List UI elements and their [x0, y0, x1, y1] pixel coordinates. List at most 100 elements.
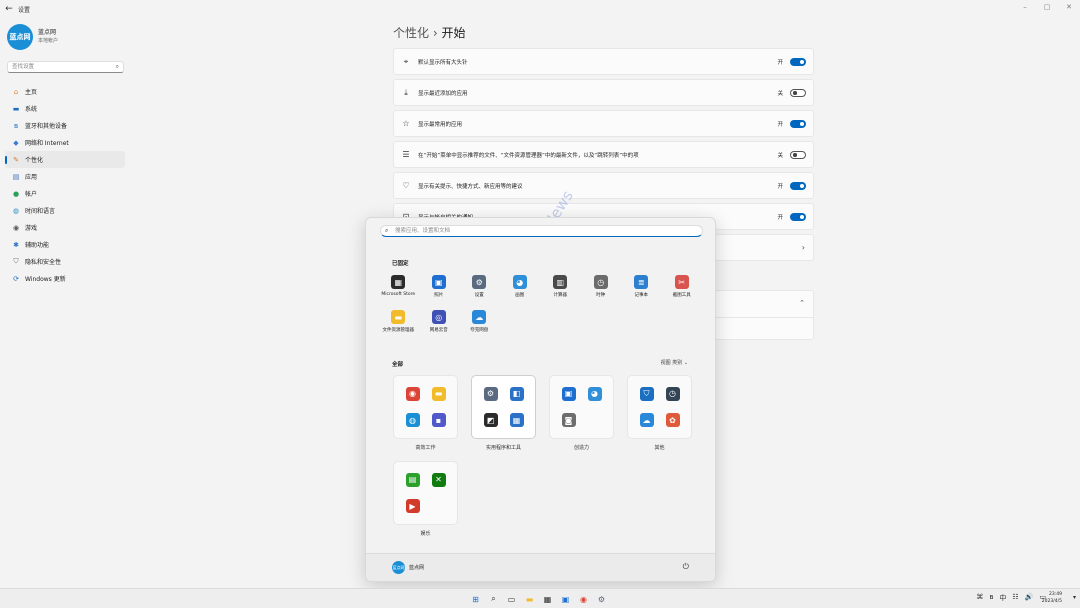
sidebar-item-label: 应用 — [25, 174, 38, 181]
app-group[interactable]: ◉ ▬ ◍ ▪ 高效工作 — [393, 375, 458, 451]
settings-gear-icon[interactable]: ⚙ — [483, 386, 498, 401]
pinned-app-label: 截图工具 — [672, 293, 691, 298]
app-group-tile[interactable]: ◉ ▬ ◍ ▪ — [393, 375, 458, 439]
taskview-icon[interactable]: ▭ — [504, 592, 519, 606]
chrome-icon[interactable]: ◉ — [576, 592, 591, 606]
notification-icon[interactable]: ▾ — [1073, 594, 1076, 601]
setting-row[interactable]: ☰ 在“开始”菜单中显示推荐的文件、“文件资源管理器”中的最新文件，以及“跳转列表… — [393, 141, 814, 168]
tray-icon[interactable]: ⌘ — [976, 593, 983, 603]
sidebar-item[interactable]: ⛉ 隐私和安全性 — [5, 253, 125, 270]
clock-date: 2023/4/5 — [1041, 599, 1062, 604]
start-icon[interactable]: ⊞ — [468, 592, 483, 606]
chevron-right-icon[interactable]: › — [802, 243, 805, 252]
sidebar-item[interactable]: ▬ 系统 — [5, 100, 125, 117]
setting-row[interactable]: ♡ 显示有关提示、快捷方式、新应用等的建议 开 — [393, 172, 814, 199]
windows-tools-icon[interactable]: ▦ — [509, 413, 524, 428]
setting-row[interactable]: ☆ 显示最常用的应用 开 — [393, 110, 814, 137]
sidebar-item-label: 系统 — [25, 106, 38, 113]
sidebar-item[interactable]: ʙ 蓝牙和其他设备 — [5, 117, 125, 134]
toggle-switch[interactable] — [790, 88, 806, 97]
sidebar-item[interactable]: ● 帐户 — [5, 185, 125, 202]
sidebar-item[interactable]: ◍ 时间和语言 — [5, 202, 125, 219]
pinned-app[interactable]: ◎ 网易云音 — [419, 310, 460, 333]
back-arrow-icon[interactable]: ← — [0, 4, 18, 14]
pinned-app[interactable]: ≣ 记事本 — [621, 275, 662, 298]
tray-icon[interactable]: 🔊 — [1025, 593, 1034, 603]
user-button[interactable]: 蓝点网 蓝点网 — [392, 561, 424, 574]
search-icon[interactable]: ⌕ — [486, 592, 501, 606]
settings-gear-icon[interactable]: ⚙ — [594, 592, 609, 606]
pinned-app[interactable]: ◷ 时钟 — [581, 275, 622, 298]
pinned-app[interactable]: ✂ 截图工具 — [662, 275, 703, 298]
power-icon[interactable]: ⏻ — [683, 562, 689, 572]
store-icon[interactable]: ▦ — [540, 592, 555, 606]
sidebar-item[interactable]: ✎ 个性化 — [5, 151, 125, 168]
app-group-tile[interactable]: ⛉ ◷ ☁ ✿ — [627, 375, 692, 439]
folder-icon[interactable]: ▬ — [431, 386, 446, 401]
all-apps-title: 全部 — [392, 362, 404, 368]
chrome-icon[interactable]: ◉ — [405, 386, 420, 401]
pinned-app[interactable]: ▦ Microsoft Store — [378, 275, 419, 298]
tray-icon[interactable]: 中 — [999, 593, 1006, 603]
defender-icon[interactable]: ⛉ — [639, 386, 654, 401]
sticky-notes-icon[interactable]: ◩ — [483, 413, 498, 428]
sidebar-item[interactable]: ◆ 网络和 Internet — [5, 134, 125, 151]
minimize-button[interactable]: – — [1014, 0, 1036, 14]
sidebar-item[interactable]: ▤ 应用 — [5, 168, 125, 185]
pinned-app[interactable]: ⚙ 设置 — [459, 275, 500, 298]
close-button[interactable]: ✕ — [1058, 0, 1080, 14]
toggle-switch[interactable] — [790, 212, 806, 221]
clock[interactable]: 23:49 2023/4/5 — [1042, 591, 1062, 605]
toggle-switch[interactable] — [790, 57, 806, 66]
app-group-tile[interactable]: ▤ ✕ ▶ — [393, 461, 458, 525]
chevron-up-icon[interactable]: ⌃ — [799, 299, 805, 307]
media-player-icon[interactable]: ▶ — [405, 499, 420, 514]
app-group[interactable]: ▣ ◕ ◙ 创造力 — [549, 375, 614, 451]
settings-gear-icon: ⚙ — [472, 275, 487, 289]
view-options-button[interactable]: 视图 类别 ⌄ — [661, 359, 688, 366]
tray-icon[interactable]: ☷ — [1012, 593, 1018, 603]
breadcrumb-separator: › — [432, 26, 438, 40]
remote-help-icon[interactable]: ◧ — [509, 386, 524, 401]
app-group-tile[interactable]: ⚙ ◧ ◩ ▦ — [471, 375, 536, 439]
setting-row[interactable]: ⌖ 默认显示所有大头针 开 — [393, 48, 814, 75]
pinned-app[interactable]: ▣ 照片 — [419, 275, 460, 298]
profile-card[interactable]: 蓝点网 蓝点网 本地帐户 — [7, 24, 58, 50]
app-group[interactable]: ⚙ ◧ ◩ ▦ 实用程序和工具 — [471, 375, 536, 451]
sidebar-item[interactable]: ⟳ Windows 更新 — [5, 270, 125, 287]
toggle-switch[interactable] — [790, 119, 806, 128]
media-icon[interactable]: ▤ — [405, 472, 420, 487]
window-title: 设置 — [18, 6, 31, 14]
pinned-app[interactable]: ☁ 夸克网盘 — [459, 310, 500, 333]
teams-icon[interactable]: ▪ — [431, 413, 446, 428]
xbox-icon[interactable]: ✕ — [431, 472, 446, 487]
sidebar-item[interactable]: ✱ 辅助功能 — [5, 236, 125, 253]
multi-app-icon[interactable]: ✿ — [665, 413, 680, 428]
setting-row[interactable]: ⤓ 显示最近添加的应用 关 — [393, 79, 814, 106]
cloud-icon[interactable]: ☁ — [639, 413, 654, 428]
folder-icon[interactable]: ▬ — [522, 592, 537, 606]
app-group[interactable]: ▤ ✕ ▶ 娱乐 — [393, 461, 458, 537]
maximize-button[interactable]: ▢ — [1036, 0, 1058, 14]
tray-icon[interactable]: ʙ — [989, 593, 993, 603]
toggle-switch[interactable] — [790, 181, 806, 190]
camera-icon[interactable]: ◙ — [561, 413, 576, 428]
sidebar-item[interactable]: ⌂ 主页 — [5, 83, 125, 100]
breadcrumb-parent[interactable]: 个性化 — [393, 26, 429, 40]
pinned-app[interactable]: ▥ 计算器 — [540, 275, 581, 298]
settings-search-input[interactable]: 查找设置 ⌕ — [7, 61, 124, 73]
toggle-switch[interactable] — [790, 150, 806, 159]
photos-icon[interactable]: ▣ — [558, 592, 573, 606]
edge-icon[interactable]: ◍ — [405, 413, 420, 428]
pinned-app[interactable]: ▬ 文件资源管理器 — [378, 310, 419, 333]
app-group[interactable]: ⛉ ◷ ☁ ✿ 其他 — [627, 375, 692, 451]
app-group-tile[interactable]: ▣ ◕ ◙ — [549, 375, 614, 439]
start-search-input[interactable]: ⌕ 搜索应用、设置和文档 — [380, 225, 703, 237]
clock-icon[interactable]: ◷ — [665, 386, 680, 401]
sidebar-item[interactable]: ◉ 游戏 — [5, 219, 125, 236]
clock-time: 23:49 — [1049, 592, 1062, 597]
download-icon: ⤓ — [404, 87, 408, 97]
pinned-app[interactable]: ◕ 画图 — [500, 275, 541, 298]
photos-icon[interactable]: ▣ — [561, 386, 576, 401]
paint-icon[interactable]: ◕ — [587, 386, 602, 401]
